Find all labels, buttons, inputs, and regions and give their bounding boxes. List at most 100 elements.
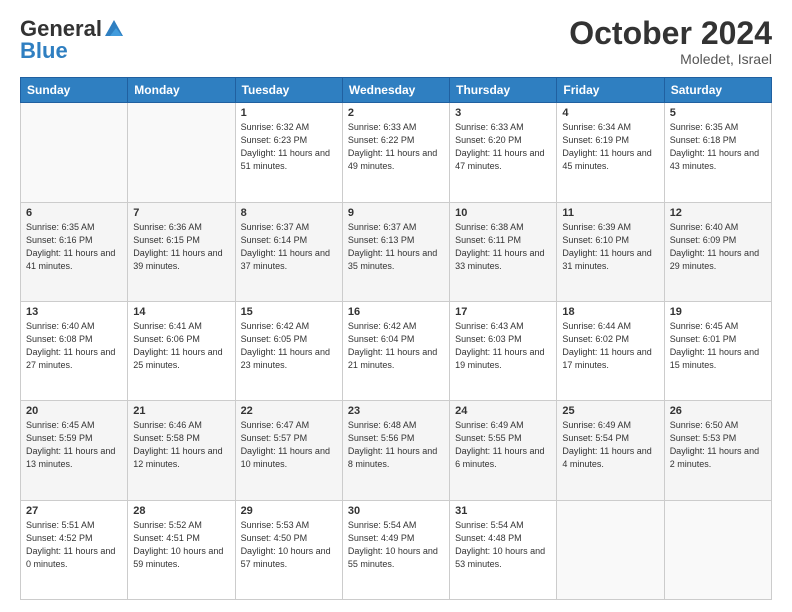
day-info: Sunrise: 6:45 AM Sunset: 6:01 PM Dayligh… (670, 320, 766, 372)
day-cell-34 (664, 500, 771, 599)
day-number: 27 (26, 505, 122, 517)
header-thursday: Thursday (450, 78, 557, 103)
day-info: Sunrise: 6:37 AM Sunset: 6:13 PM Dayligh… (348, 221, 444, 273)
day-number: 24 (455, 405, 551, 417)
day-cell-14: 13 Sunrise: 6:40 AM Sunset: 6:08 PM Dayli… (21, 301, 128, 400)
day-info: Sunrise: 6:49 AM Sunset: 5:55 PM Dayligh… (455, 419, 551, 471)
day-cell-23: 22 Sunrise: 6:47 AM Sunset: 5:57 PM Dayli… (235, 401, 342, 500)
day-info: Sunrise: 6:48 AM Sunset: 5:56 PM Dayligh… (348, 419, 444, 471)
day-cell-1 (128, 103, 235, 202)
day-info: Sunrise: 6:36 AM Sunset: 6:15 PM Dayligh… (133, 221, 229, 273)
day-cell-8: 7 Sunrise: 6:36 AM Sunset: 6:15 PM Daylig… (128, 202, 235, 301)
day-number: 2 (348, 107, 444, 119)
header-sunday: Sunday (21, 78, 128, 103)
day-number: 30 (348, 505, 444, 517)
day-cell-22: 21 Sunrise: 6:46 AM Sunset: 5:58 PM Dayli… (128, 401, 235, 500)
week-row-5: 27 Sunrise: 5:51 AM Sunset: 4:52 PM Dayli… (21, 500, 772, 599)
day-cell-11: 10Sunrise: 6:38 AM Sunset: 6:11 PM Dayli… (450, 202, 557, 301)
day-info: Sunrise: 5:51 AM Sunset: 4:52 PM Dayligh… (26, 519, 122, 571)
day-cell-31: 30 Sunrise: 5:54 AM Sunset: 4:49 PM Dayli… (342, 500, 449, 599)
week-row-4: 20 Sunrise: 6:45 AM Sunset: 5:59 PM Dayli… (21, 401, 772, 500)
day-info: Sunrise: 5:52 AM Sunset: 4:51 PM Dayligh… (133, 519, 229, 571)
day-cell-4: 3 Sunrise: 6:33 AM Sunset: 6:20 PM Daylig… (450, 103, 557, 202)
day-cell-20: 19 Sunrise: 6:45 AM Sunset: 6:01 PM Dayli… (664, 301, 771, 400)
day-number: 19 (670, 306, 766, 318)
calendar-table: Sunday Monday Tuesday Wednesday Thursday… (20, 77, 772, 600)
day-cell-21: 20 Sunrise: 6:45 AM Sunset: 5:59 PM Dayli… (21, 401, 128, 500)
logo: General Blue (20, 16, 126, 64)
day-cell-25: 24 Sunrise: 6:49 AM Sunset: 5:55 PM Dayli… (450, 401, 557, 500)
day-cell-27: 26 Sunrise: 6:50 AM Sunset: 5:53 PM Dayli… (664, 401, 771, 500)
day-number: 17 (455, 306, 551, 318)
day-number: 11 (562, 207, 658, 219)
header-tuesday: Tuesday (235, 78, 342, 103)
day-cell-3: 2 Sunrise: 6:33 AM Sunset: 6:22 PM Daylig… (342, 103, 449, 202)
day-cell-16: 15Sunrise: 6:42 AM Sunset: 6:05 PM Dayli… (235, 301, 342, 400)
page: General Blue October 2024 Moledet, Israe… (0, 0, 792, 612)
day-info: Sunrise: 6:47 AM Sunset: 5:57 PM Dayligh… (241, 419, 337, 471)
day-number: 22 (241, 405, 337, 417)
day-cell-5: 4Sunrise: 6:34 AM Sunset: 6:19 PM Daylig… (557, 103, 664, 202)
day-number: 20 (26, 405, 122, 417)
day-number: 8 (241, 207, 337, 219)
day-cell-9: 8 Sunrise: 6:37 AM Sunset: 6:14 PM Daylig… (235, 202, 342, 301)
day-cell-26: 25 Sunrise: 6:49 AM Sunset: 5:54 PM Dayli… (557, 401, 664, 500)
day-info: Sunrise: 6:42 AM Sunset: 6:04 PM Dayligh… (348, 320, 444, 372)
header: General Blue October 2024 Moledet, Israe… (20, 16, 772, 67)
day-number: 31 (455, 505, 551, 517)
header-monday: Monday (128, 78, 235, 103)
day-cell-13: 12 Sunrise: 6:40 AM Sunset: 6:09 PM Dayli… (664, 202, 771, 301)
day-number: 16 (348, 306, 444, 318)
day-info: Sunrise: 6:35 AM Sunset: 6:16 PM Dayligh… (26, 221, 122, 273)
header-saturday: Saturday (664, 78, 771, 103)
location-subtitle: Moledet, Israel (569, 51, 772, 67)
day-cell-24: 23Sunrise: 6:48 AM Sunset: 5:56 PM Dayli… (342, 401, 449, 500)
day-info: Sunrise: 5:54 AM Sunset: 4:49 PM Dayligh… (348, 519, 444, 571)
week-row-1: 1 Sunrise: 6:32 AM Sunset: 6:23 PM Daylig… (21, 103, 772, 202)
weekday-header-row: Sunday Monday Tuesday Wednesday Thursday… (21, 78, 772, 103)
day-info: Sunrise: 6:33 AM Sunset: 6:22 PM Dayligh… (348, 121, 444, 173)
day-cell-33 (557, 500, 664, 599)
day-cell-19: 18Sunrise: 6:44 AM Sunset: 6:02 PM Dayli… (557, 301, 664, 400)
day-cell-10: 9 Sunrise: 6:37 AM Sunset: 6:13 PM Daylig… (342, 202, 449, 301)
day-info: Sunrise: 6:40 AM Sunset: 6:08 PM Dayligh… (26, 320, 122, 372)
day-info: Sunrise: 6:32 AM Sunset: 6:23 PM Dayligh… (241, 121, 337, 173)
day-cell-28: 27 Sunrise: 5:51 AM Sunset: 4:52 PM Dayli… (21, 500, 128, 599)
day-info: Sunrise: 6:33 AM Sunset: 6:20 PM Dayligh… (455, 121, 551, 173)
day-info: Sunrise: 6:37 AM Sunset: 6:14 PM Dayligh… (241, 221, 337, 273)
day-number: 13 (26, 306, 122, 318)
header-wednesday: Wednesday (342, 78, 449, 103)
day-info: Sunrise: 6:50 AM Sunset: 5:53 PM Dayligh… (670, 419, 766, 471)
day-number: 28 (133, 505, 229, 517)
day-cell-15: 14Sunrise: 6:41 AM Sunset: 6:06 PM Dayli… (128, 301, 235, 400)
day-number: 7 (133, 207, 229, 219)
day-cell-7: 6Sunrise: 6:35 AM Sunset: 6:16 PM Daylig… (21, 202, 128, 301)
logo-icon (103, 18, 125, 40)
week-row-2: 6Sunrise: 6:35 AM Sunset: 6:16 PM Daylig… (21, 202, 772, 301)
day-number: 1 (241, 107, 337, 119)
day-cell-12: 11 Sunrise: 6:39 AM Sunset: 6:10 PM Dayli… (557, 202, 664, 301)
day-info: Sunrise: 6:43 AM Sunset: 6:03 PM Dayligh… (455, 320, 551, 372)
day-info: Sunrise: 6:39 AM Sunset: 6:10 PM Dayligh… (562, 221, 658, 273)
day-number: 29 (241, 505, 337, 517)
day-number: 25 (562, 405, 658, 417)
day-number: 3 (455, 107, 551, 119)
day-info: Sunrise: 6:42 AM Sunset: 6:05 PM Dayligh… (241, 320, 337, 372)
day-info: Sunrise: 6:45 AM Sunset: 5:59 PM Dayligh… (26, 419, 122, 471)
day-number: 26 (670, 405, 766, 417)
day-info: Sunrise: 6:46 AM Sunset: 5:58 PM Dayligh… (133, 419, 229, 471)
day-number: 5 (670, 107, 766, 119)
day-cell-17: 16 Sunrise: 6:42 AM Sunset: 6:04 PM Dayli… (342, 301, 449, 400)
month-title: October 2024 (569, 16, 772, 51)
day-info: Sunrise: 6:49 AM Sunset: 5:54 PM Dayligh… (562, 419, 658, 471)
day-number: 9 (348, 207, 444, 219)
day-number: 21 (133, 405, 229, 417)
day-number: 4 (562, 107, 658, 119)
day-cell-30: 29Sunrise: 5:53 AM Sunset: 4:50 PM Dayli… (235, 500, 342, 599)
day-info: Sunrise: 6:40 AM Sunset: 6:09 PM Dayligh… (670, 221, 766, 273)
day-cell-6: 5Sunrise: 6:35 AM Sunset: 6:18 PM Daylig… (664, 103, 771, 202)
week-row-3: 13 Sunrise: 6:40 AM Sunset: 6:08 PM Dayli… (21, 301, 772, 400)
day-number: 12 (670, 207, 766, 219)
day-info: Sunrise: 6:38 AM Sunset: 6:11 PM Dayligh… (455, 221, 551, 273)
day-info: Sunrise: 6:44 AM Sunset: 6:02 PM Dayligh… (562, 320, 658, 372)
